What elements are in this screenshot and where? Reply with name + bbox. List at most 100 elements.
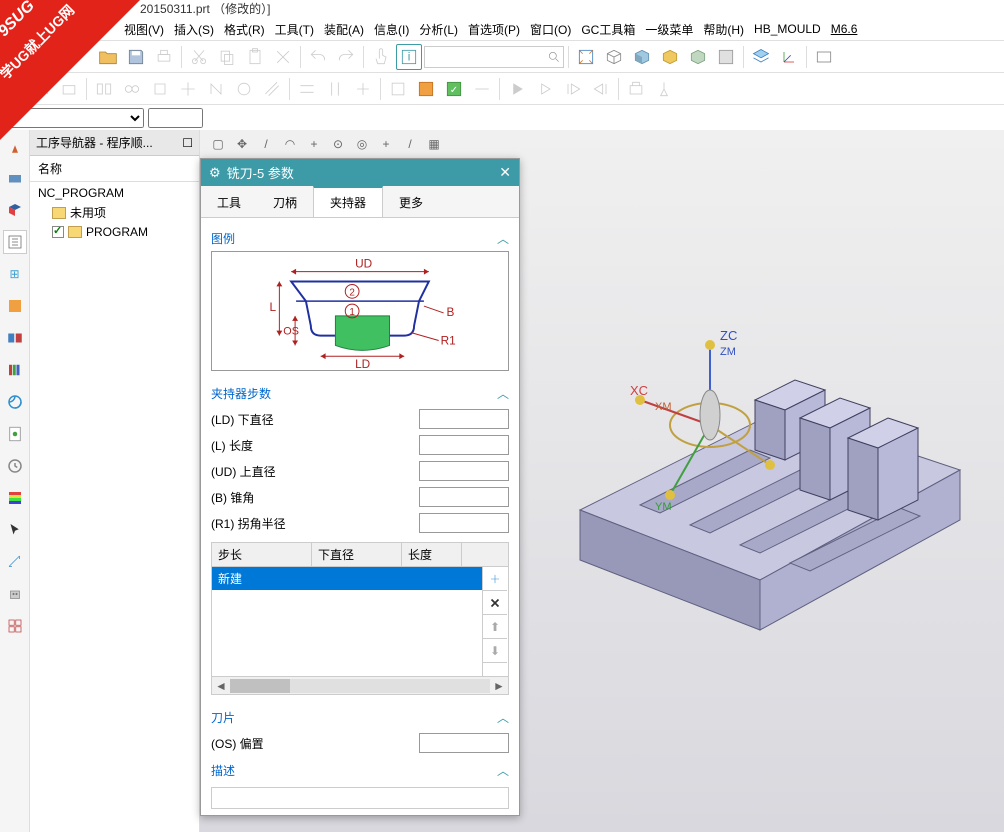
tree-item-unused[interactable]: 未用项 bbox=[34, 202, 195, 223]
rendered-icon[interactable] bbox=[657, 44, 683, 70]
play4-icon[interactable] bbox=[588, 76, 614, 102]
redo-icon[interactable] bbox=[333, 44, 359, 70]
background-icon[interactable] bbox=[713, 44, 739, 70]
section-legend[interactable]: 图例 ︿ bbox=[211, 224, 509, 251]
param-os-input[interactable] bbox=[419, 733, 509, 753]
3d-model[interactable]: XC XM ZC ZM YM bbox=[540, 270, 1000, 650]
param-r1-input[interactable] bbox=[419, 513, 509, 533]
tab-tool[interactable]: 工具 bbox=[201, 186, 257, 217]
steps-grid-body[interactable]: 新建 bbox=[212, 567, 482, 676]
vtool-grid-icon[interactable]: ▦ bbox=[424, 134, 444, 154]
rail-machine-icon[interactable] bbox=[3, 166, 27, 190]
rail-nav-icon[interactable] bbox=[3, 134, 27, 158]
op13-icon[interactable] bbox=[350, 76, 376, 102]
op8-icon[interactable] bbox=[203, 76, 229, 102]
rail-program-icon[interactable] bbox=[3, 230, 27, 254]
grid-down-button[interactable]: ⬇ bbox=[483, 639, 507, 663]
filter-select[interactable] bbox=[4, 108, 144, 128]
nav-pin-icon[interactable]: ☐ bbox=[182, 136, 193, 150]
touch-icon[interactable] bbox=[368, 44, 394, 70]
menu-m66[interactable]: M6.6 bbox=[827, 20, 862, 38]
rail-tree-icon[interactable]: ⊞ bbox=[3, 262, 27, 286]
section-desc[interactable]: 描述 ︿ bbox=[211, 756, 509, 783]
grid-up-button[interactable]: ⬆ bbox=[483, 615, 507, 639]
grid-row-new[interactable]: 新建 bbox=[212, 567, 482, 590]
copy-icon[interactable] bbox=[214, 44, 240, 70]
dialog-titlebar[interactable]: ⚙ 铣刀-5 参数 ✕ bbox=[201, 159, 519, 186]
rail-grid-icon[interactable] bbox=[3, 614, 27, 638]
rail-web-icon[interactable] bbox=[3, 390, 27, 414]
param-b-input[interactable] bbox=[419, 487, 509, 507]
rail-measure-icon[interactable] bbox=[3, 550, 27, 574]
col-ld[interactable]: 下直径 bbox=[312, 543, 402, 566]
play3-icon[interactable] bbox=[560, 76, 586, 102]
section-steps[interactable]: 夹持器步数 ︿ bbox=[211, 379, 509, 406]
close-icon[interactable]: ✕ bbox=[499, 164, 511, 181]
print-icon[interactable] bbox=[151, 44, 177, 70]
nav-tree[interactable]: NC_PROGRAM 未用项 PROGRAM bbox=[30, 182, 199, 243]
op11-icon[interactable] bbox=[294, 76, 320, 102]
play-icon[interactable] bbox=[504, 76, 530, 102]
grid-hscrollbar[interactable]: ◄ ► bbox=[211, 677, 509, 695]
op4-icon[interactable] bbox=[91, 76, 117, 102]
vtool-target-icon[interactable]: ◎ bbox=[352, 134, 372, 154]
wcs-icon[interactable] bbox=[776, 44, 802, 70]
save-icon[interactable] bbox=[123, 44, 149, 70]
rail-history-icon[interactable] bbox=[3, 326, 27, 350]
rail-geometry-icon[interactable] bbox=[3, 198, 27, 222]
op2-icon[interactable] bbox=[28, 76, 54, 102]
tab-shank[interactable]: 刀柄 bbox=[257, 186, 313, 217]
param-ud-input[interactable] bbox=[419, 461, 509, 481]
tree-item-program[interactable]: PROGRAM bbox=[34, 223, 195, 241]
transparent-icon[interactable] bbox=[685, 44, 711, 70]
more1-icon[interactable] bbox=[811, 44, 837, 70]
op15-icon[interactable] bbox=[469, 76, 495, 102]
paste-icon[interactable] bbox=[242, 44, 268, 70]
layer-icon[interactable] bbox=[748, 44, 774, 70]
op9-icon[interactable] bbox=[231, 76, 257, 102]
op7-icon[interactable] bbox=[175, 76, 201, 102]
section-blade[interactable]: 刀片 ︿ bbox=[211, 703, 509, 730]
vtool-circle-icon[interactable]: ⊙ bbox=[328, 134, 348, 154]
op10-icon[interactable] bbox=[259, 76, 285, 102]
op12-icon[interactable] bbox=[322, 76, 348, 102]
search-icon[interactable] bbox=[544, 50, 563, 64]
rail-doc-icon[interactable] bbox=[3, 422, 27, 446]
play2-icon[interactable] bbox=[532, 76, 558, 102]
menu-gctoolbox[interactable]: GC工具箱 bbox=[577, 19, 639, 40]
menu-level1[interactable]: 一级菜单 bbox=[641, 19, 697, 40]
rail-clock-icon[interactable] bbox=[3, 454, 27, 478]
param-ld-input[interactable] bbox=[419, 409, 509, 429]
postprocess-icon[interactable]: ✓ bbox=[441, 76, 467, 102]
rail-robot-icon[interactable] bbox=[3, 582, 27, 606]
tree-root[interactable]: NC_PROGRAM bbox=[34, 184, 195, 202]
tab-holder[interactable]: 夹持器 bbox=[313, 186, 383, 217]
menu-analysis[interactable]: 分析(L) bbox=[415, 19, 462, 40]
menu-assembly[interactable]: 装配(A) bbox=[320, 19, 368, 40]
rail-color-icon[interactable] bbox=[3, 486, 27, 510]
rail-books-icon[interactable] bbox=[3, 358, 27, 382]
wireframe-icon[interactable] bbox=[601, 44, 627, 70]
op14-icon[interactable] bbox=[385, 76, 411, 102]
menu-tools[interactable]: 工具(T) bbox=[271, 19, 318, 40]
param-l-input[interactable] bbox=[419, 435, 509, 455]
fit-icon[interactable] bbox=[573, 44, 599, 70]
tab-more[interactable]: 更多 bbox=[383, 186, 439, 217]
cut-icon[interactable] bbox=[186, 44, 212, 70]
verify-icon[interactable] bbox=[413, 76, 439, 102]
scroll-left-icon[interactable]: ◄ bbox=[212, 679, 230, 693]
op1-icon[interactable] bbox=[0, 76, 26, 102]
grid-delete-button[interactable] bbox=[483, 591, 507, 615]
vtool-slash-icon[interactable]: / bbox=[400, 134, 420, 154]
op5-icon[interactable] bbox=[119, 76, 145, 102]
shaded-icon[interactable] bbox=[629, 44, 655, 70]
open-icon[interactable] bbox=[95, 44, 121, 70]
nav-column-header[interactable]: 名称 bbox=[30, 156, 199, 182]
tool-icon[interactable] bbox=[651, 76, 677, 102]
command-search-input[interactable] bbox=[425, 51, 544, 63]
menu-prefs[interactable]: 首选项(P) bbox=[464, 19, 524, 40]
undo-icon[interactable] bbox=[305, 44, 331, 70]
delete-icon[interactable] bbox=[270, 44, 296, 70]
vtool-select-icon[interactable]: ▢ bbox=[208, 134, 228, 154]
description-input[interactable] bbox=[211, 787, 509, 809]
